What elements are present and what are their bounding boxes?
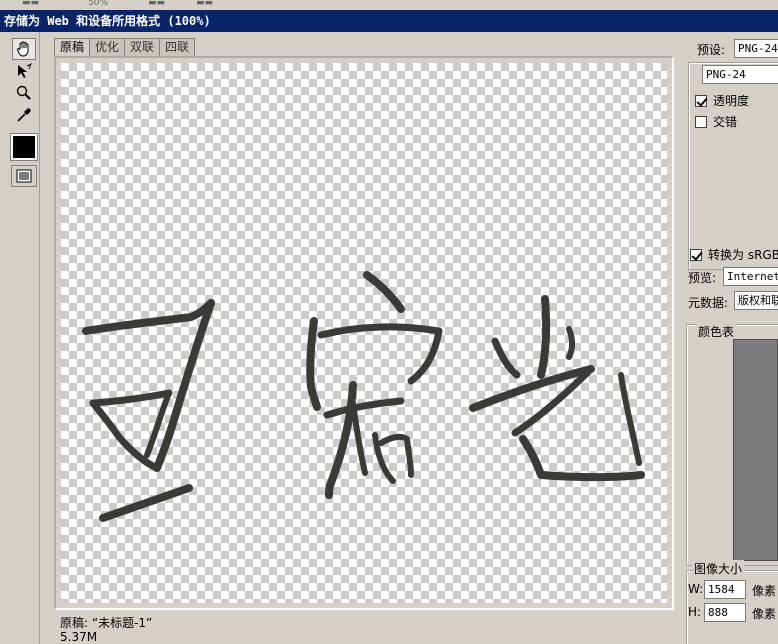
convert-srgb-checkbox-row[interactable]: 转换为 sRGB: [690, 246, 778, 263]
preview-frame: [54, 56, 674, 610]
eyedropper-color-swatch[interactable]: [10, 133, 38, 161]
interlaced-label: 交错: [713, 115, 738, 129]
color-table-label: 颜色表: [696, 323, 737, 340]
zoom-tool[interactable]: [12, 82, 36, 104]
status-file-size: 5.37M: [60, 630, 98, 644]
tab-2up[interactable]: 双联: [124, 38, 161, 56]
signature-image: [82, 271, 645, 522]
transparency-checkbox[interactable]: [695, 94, 707, 107]
height-input[interactable]: 888: [704, 603, 746, 622]
top-toolbar-strip: ▬▬ 50% ▬▬ ▬▬: [0, 0, 778, 10]
convert-srgb-label: 转换为 sRGB: [708, 248, 778, 262]
tab-original[interactable]: 原稿: [54, 38, 91, 56]
status-original-name: 原稿: “未标题-1”: [60, 616, 153, 630]
settings-panel: 预设: PNG-24 PNG-24 透明度 交错 转换为 sRGB 预览: In…: [676, 32, 778, 644]
transparency-label: 透明度: [713, 94, 750, 108]
preview-canvas[interactable]: [61, 63, 667, 603]
toolbar-partial-icon: ▬▬: [22, 0, 40, 6]
image-size-label: 图像大小: [692, 560, 745, 577]
width-unit: 像素: [752, 584, 777, 598]
tab-optimized[interactable]: 优化: [89, 38, 126, 56]
interlaced-checkbox-row[interactable]: 交错: [695, 113, 737, 130]
status-bar: 原稿: “未标题-1” 5.37M: [54, 611, 674, 644]
toolbar-partial-icon: ▬▬: [148, 0, 166, 6]
view-tabs: 原稿 优化 双联 四联: [54, 38, 196, 56]
slice-select-tool[interactable]: [12, 60, 36, 82]
zoom-partial: 50%: [88, 0, 109, 6]
tab-4up[interactable]: 四联: [159, 38, 196, 56]
transparency-checkbox-row[interactable]: 透明度: [695, 92, 749, 109]
hand-icon: [16, 41, 29, 57]
preview-select[interactable]: Internet: [723, 267, 778, 286]
metadata-label: 元数据:: [688, 296, 729, 310]
window-title: 存储为 Web 和设备所用格式 (100%): [0, 10, 778, 32]
preset-label: 预设:: [697, 43, 726, 57]
width-label: W:: [688, 582, 704, 596]
toolbox: [0, 32, 40, 644]
zoom-icon: [16, 85, 31, 100]
height-unit: 像素: [752, 607, 777, 621]
slice-select-icon: [18, 62, 32, 78]
color-table-swatches[interactable]: [733, 339, 778, 561]
convert-srgb-checkbox[interactable]: [690, 248, 702, 261]
toolbar-partial-icon: ▬▬: [196, 0, 214, 6]
height-label: H:: [688, 605, 702, 619]
width-input[interactable]: 1584: [704, 580, 746, 599]
toggle-slices-button[interactable]: [11, 165, 37, 187]
eyedropper-tool[interactable]: [12, 104, 36, 126]
metadata-select[interactable]: 版权和联: [734, 291, 778, 310]
format-select[interactable]: PNG-24: [702, 65, 778, 84]
preview-label: 预览:: [688, 271, 717, 285]
preset-select[interactable]: PNG-24: [734, 39, 778, 58]
interlaced-checkbox[interactable]: [695, 115, 707, 128]
hand-tool[interactable]: [12, 38, 36, 60]
eyedropper-icon: [17, 108, 31, 122]
toggle-slices-icon: [16, 169, 32, 183]
